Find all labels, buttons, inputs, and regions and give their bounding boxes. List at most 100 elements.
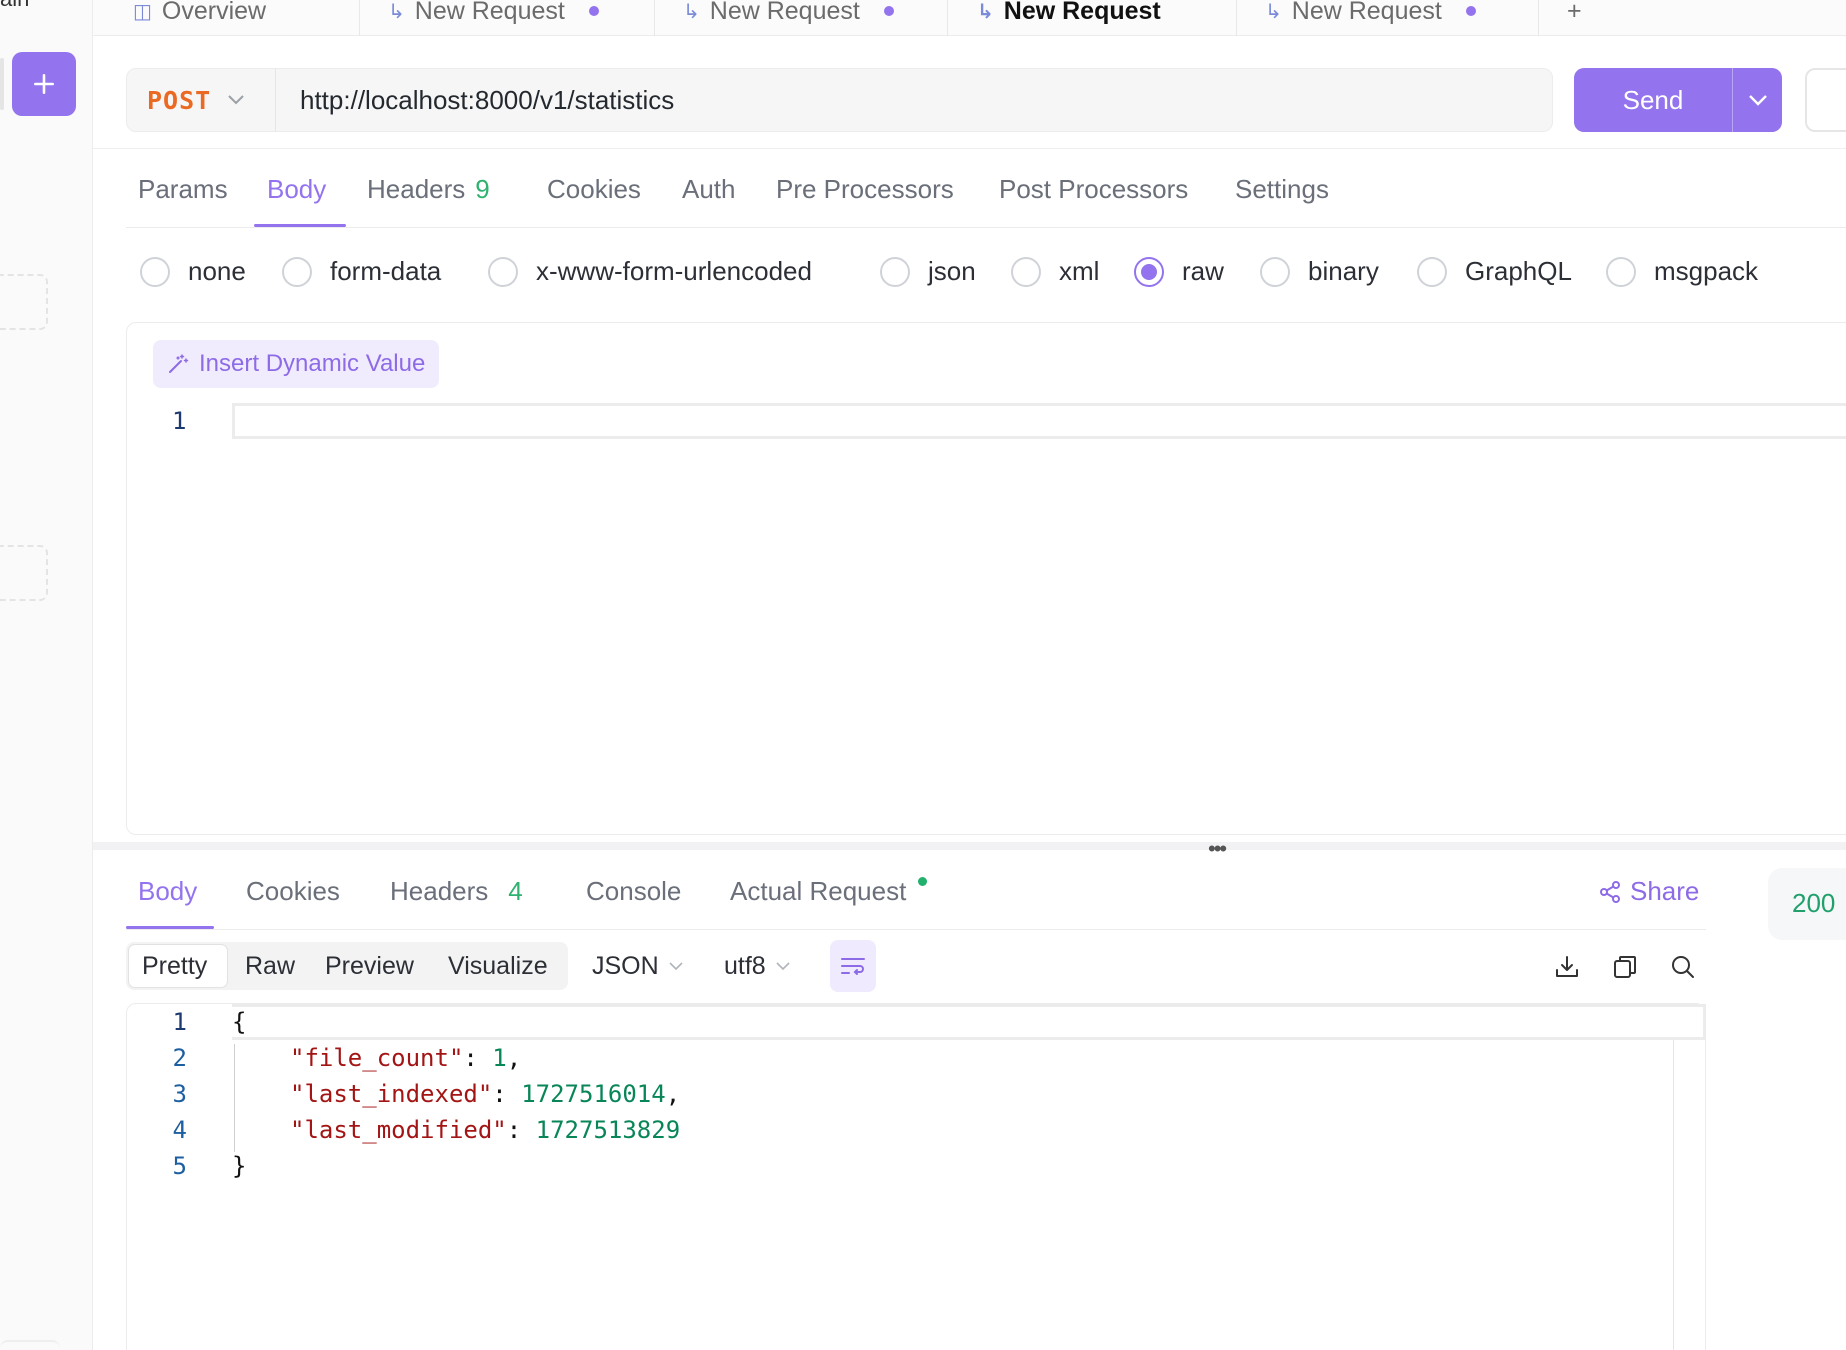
line-number: 4 — [172, 1116, 187, 1144]
response-body-viewer[interactable]: 1 { 2 "file_count": 1, 3 "last_indexed":… — [126, 1003, 1706, 1350]
radio-circle-checked — [1134, 256, 1164, 287]
tab-label: New Request — [709, 0, 860, 25]
code-line: 3 "last_indexed": 1727516014, — [127, 1076, 681, 1112]
code-text: "last_modified": 1727513829 — [290, 1116, 681, 1144]
panel-splitter[interactable] — [93, 842, 1846, 850]
tab-response-headers-label: Headers — [390, 876, 489, 906]
sidebar-placeholder[interactable] — [0, 274, 48, 330]
request-icon: ↳ — [683, 0, 700, 23]
radio-circle — [140, 256, 170, 287]
wrap-icon — [841, 958, 865, 975]
tab-response-headers[interactable]: Headers 4 — [390, 876, 523, 907]
radio-label: x-www-form-urlencoded — [536, 256, 812, 286]
line-number: 5 — [172, 1152, 187, 1180]
book-icon: ◫ — [133, 0, 152, 23]
format-select[interactable]: JSON — [592, 952, 683, 981]
radio-urlencoded[interactable]: x-www-form-urlencoded — [488, 256, 812, 287]
tab-new-request-active[interactable]: ↳ New Request — [977, 0, 1161, 36]
radio-label: msgpack — [1654, 256, 1759, 286]
headers-count-badge: 4 — [508, 876, 523, 906]
insert-dynamic-value-label: Insert Dynamic Value — [199, 350, 426, 377]
send-button[interactable]: Send — [1574, 85, 1732, 116]
radio-label: form-data — [330, 256, 442, 286]
radio-binary[interactable]: binary — [1260, 256, 1379, 287]
line-number: 2 — [172, 1044, 187, 1072]
radio-form-data[interactable]: form-data — [282, 256, 441, 287]
code-line: 4 "last_modified": 1727513829 — [127, 1112, 681, 1148]
request-icon: ↳ — [388, 0, 405, 23]
status-code: 200 — [1792, 888, 1836, 918]
method-select[interactable]: POST — [127, 69, 276, 131]
tab-settings[interactable]: Settings — [1235, 174, 1329, 205]
radio-raw[interactable]: raw — [1134, 256, 1224, 287]
tab-params[interactable]: Params — [138, 174, 228, 205]
current-line-highlight — [232, 403, 1846, 439]
response-tabs: Body Cookies Headers 4 Console Actual Req… — [126, 870, 1706, 930]
json-number: 1727516014 — [521, 1080, 666, 1108]
tab-headers[interactable]: Headers 9 — [367, 174, 490, 205]
tab-auth[interactable]: Auth — [682, 174, 736, 205]
save-button[interactable] — [1805, 68, 1846, 132]
view-visualize[interactable]: Visualize — [448, 952, 548, 981]
request-icon: ↳ — [977, 0, 994, 23]
tab-body[interactable]: Body — [267, 174, 326, 205]
encoding-value: utf8 — [724, 952, 766, 980]
tab-new-request[interactable]: ↳ New Request — [683, 0, 894, 36]
tab-post-processors[interactable]: Post Processors — [999, 174, 1188, 205]
tab-response-cookies[interactable]: Cookies — [246, 876, 340, 907]
radio-circle — [1417, 256, 1447, 287]
radio-circle — [1011, 256, 1041, 287]
sidebar-divider — [0, 58, 4, 110]
share-label: Share — [1630, 876, 1700, 906]
chevron-down-icon — [776, 962, 790, 971]
plus-icon: + — [1567, 0, 1582, 25]
chevron-down-icon — [1748, 95, 1767, 106]
radio-label: none — [188, 256, 246, 286]
send-options-button[interactable] — [1733, 94, 1782, 106]
view-pretty[interactable]: Pretty — [142, 952, 207, 981]
method-label: POST — [147, 85, 212, 115]
add-button[interactable] — [12, 52, 76, 116]
tab-new-request[interactable]: ↳ New Request — [1265, 0, 1476, 36]
code-text: "file_count": 1, — [290, 1044, 522, 1072]
encoding-select[interactable]: utf8 — [724, 952, 790, 981]
view-raw[interactable]: Raw — [245, 952, 295, 981]
sidebar-placeholder[interactable] — [0, 545, 48, 601]
drag-handle-icon[interactable]: ••• — [1208, 836, 1227, 862]
code-line: 1 { — [127, 1004, 247, 1040]
tab-overview[interactable]: ◫ Overview — [133, 0, 266, 36]
tab-console[interactable]: Console — [586, 876, 681, 907]
tab-cookies[interactable]: Cookies — [547, 174, 641, 205]
code-line: 2 "file_count": 1, — [127, 1040, 522, 1076]
insert-dynamic-value-button[interactable]: Insert Dynamic Value — [153, 340, 440, 388]
word-wrap-button[interactable] — [830, 940, 876, 992]
url-input[interactable]: http://localhost:8000/v1/statistics — [276, 85, 674, 116]
sidebar-title: ain — [0, 0, 29, 12]
tab-pre-processors[interactable]: Pre Processors — [776, 174, 954, 205]
radio-msgpack[interactable]: msgpack — [1606, 256, 1758, 287]
code-line: 5 } — [127, 1148, 247, 1184]
tab-new-request[interactable]: ↳ New Request — [388, 0, 599, 36]
radio-xml[interactable]: xml — [1011, 256, 1099, 287]
tab-response-body[interactable]: Body — [138, 876, 197, 907]
chevron-down-icon — [228, 95, 244, 105]
headers-count-badge: 9 — [475, 174, 490, 204]
new-tab-button[interactable]: + — [1567, 0, 1582, 36]
line-number: 3 — [172, 1080, 187, 1108]
radio-none[interactable]: none — [140, 256, 246, 287]
radio-graphql[interactable]: GraphQL — [1417, 256, 1572, 287]
radio-circle — [282, 256, 312, 287]
copy-icon[interactable] — [1610, 952, 1640, 982]
sidebar: ain — [0, 0, 93, 1350]
indent-guide — [234, 1044, 235, 1152]
radio-label: json — [928, 256, 976, 286]
scrollbar-track[interactable] — [1673, 1040, 1674, 1350]
tab-label: New Request — [1003, 0, 1161, 25]
radio-json[interactable]: json — [880, 256, 976, 287]
request-body-editor[interactable]: Insert Dynamic Value 1 — [126, 322, 1846, 835]
download-icon[interactable] — [1552, 952, 1582, 982]
view-preview[interactable]: Preview — [325, 952, 414, 981]
share-button[interactable]: Share — [1598, 876, 1699, 907]
tab-actual-request[interactable]: Actual Request — [730, 876, 928, 907]
search-icon[interactable] — [1668, 952, 1698, 982]
